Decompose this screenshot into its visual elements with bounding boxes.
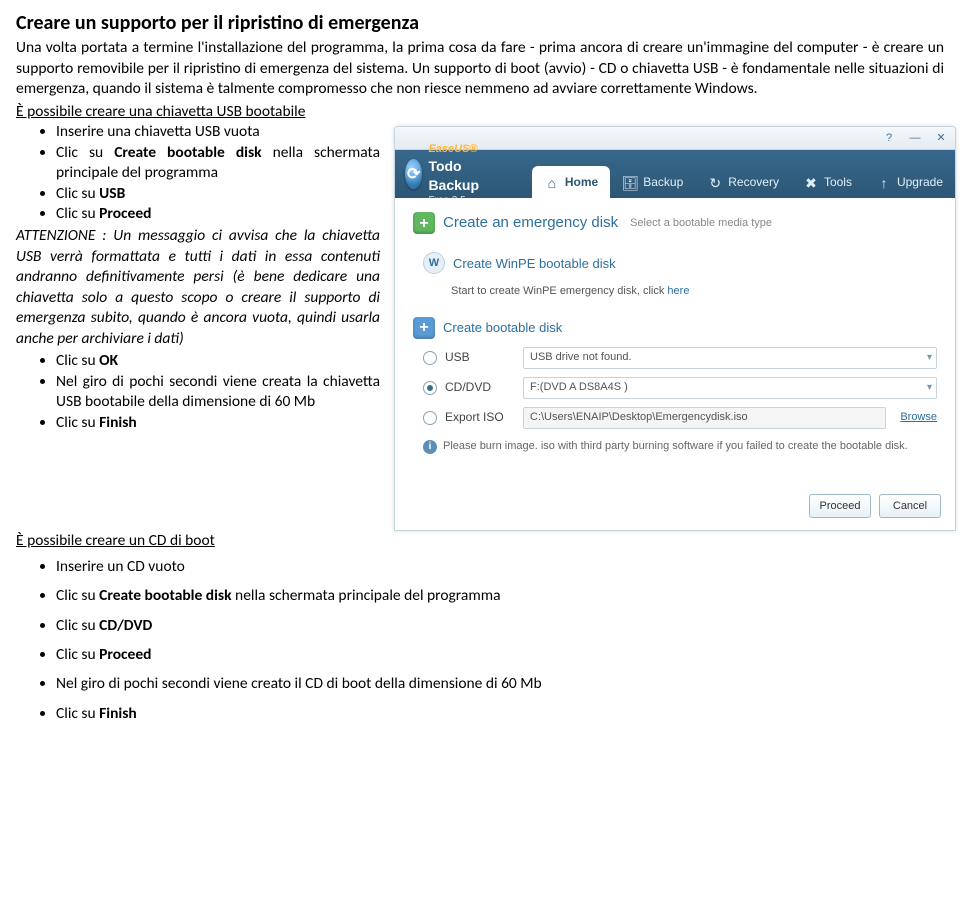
cd-step-2-bold: Create bootable disk	[99, 586, 231, 605]
upgrade-icon: ↑	[876, 175, 892, 191]
cd-step-4-bold: Proceed	[99, 645, 151, 664]
help-icon[interactable]: ?	[881, 130, 897, 146]
usb-step-1: Inserire una chiavetta USB vuota	[56, 122, 380, 142]
cd-step-2: Clic su Create bootable disk nella scher…	[56, 581, 944, 610]
tab-upgrade-label: Upgrade	[897, 175, 943, 191]
plus-icon-2: +	[413, 317, 435, 339]
usb-step-5-pre: Clic su	[56, 351, 99, 370]
cd-step-3-pre: Clic su	[56, 616, 99, 635]
close-icon[interactable]: ✕	[933, 130, 949, 146]
usb-step-7: Clic su Finish	[56, 413, 380, 433]
cd-step-2-post: nella schermata principale del programma	[232, 586, 501, 605]
app-header: ⟳ EaseUS® Todo Backup Free 3.5 ⌂ Home	[395, 150, 955, 198]
tools-icon: ✖	[803, 175, 819, 191]
cd-step-5: Nel giro di pochi secondi viene creato i…	[56, 669, 944, 698]
cancel-button[interactable]: Cancel	[879, 494, 941, 518]
usb-step-5: Clic su OK	[56, 351, 380, 371]
cd-step-6: Clic su Finish	[56, 699, 944, 728]
cd-step-3: Clic su CD/DVD	[56, 611, 944, 640]
usb-step-7-bold: Finish	[99, 413, 137, 432]
cd-step-1: Inserire un CD vuoto	[56, 552, 944, 581]
usb-warning: ATTENZIONE : Un messaggio ci avvisa che …	[16, 226, 380, 349]
recovery-icon: ↻	[707, 175, 723, 191]
cd-step-4-pre: Clic su	[56, 645, 99, 664]
usb-step-7-pre: Clic su	[56, 413, 99, 432]
label-iso: Export ISO	[445, 410, 515, 426]
create-bootable-title: Create bootable disk	[443, 319, 562, 336]
field-cddvd[interactable]: F:(DVD A DS8A4S ) ▾	[523, 377, 937, 399]
cd-step-6-pre: Clic su	[56, 704, 99, 723]
field-cddvd-value: F:(DVD A DS8A4S )	[530, 380, 628, 395]
tab-tools-label: Tools	[824, 175, 852, 191]
backup-icon: 🗄	[622, 175, 638, 191]
logo-area: ⟳ EaseUS® Todo Backup Free 3.5	[395, 150, 524, 198]
field-iso: C:\Users\ENAIP\Desktop\Emergencydisk.iso	[523, 407, 886, 429]
minimize-icon[interactable]: —	[907, 130, 923, 146]
app-content: + Create an emergency disk Select a boot…	[395, 198, 955, 486]
tab-home[interactable]: ⌂ Home	[532, 166, 610, 198]
content-hint: Select a bootable media type	[630, 216, 772, 231]
cd-step-6-bold: Finish	[99, 704, 137, 723]
tab-recovery[interactable]: ↻ Recovery	[695, 166, 791, 198]
tab-upgrade[interactable]: ↑ Upgrade	[864, 166, 955, 198]
usb-step-6: Nel giro di pochi secondi viene creata l…	[56, 372, 380, 413]
usb-step-3-pre: Clic su	[56, 184, 99, 203]
app-window: ? — ✕ ⟳ EaseUS® Todo Backup Free 3.5	[394, 126, 956, 531]
usb-step-3-bold: USB	[99, 184, 125, 203]
winpe-label: Create WinPE bootable disk	[453, 255, 616, 272]
field-iso-value: C:\Users\ENAIP\Desktop\Emergencydisk.iso	[530, 410, 748, 425]
label-usb: USB	[445, 350, 515, 366]
brand-name-1: EaseUS®	[428, 143, 477, 155]
chevron-down-icon[interactable]: ▾	[927, 381, 932, 394]
tab-tools[interactable]: ✖ Tools	[791, 166, 864, 198]
tab-recovery-label: Recovery	[728, 175, 779, 191]
winpe-icon: W	[423, 252, 445, 274]
usb-step-3: Clic su USB	[56, 184, 380, 204]
tab-backup[interactable]: 🗄 Backup	[610, 166, 695, 198]
doc-title: Creare un supporto per il ripristino di …	[16, 10, 944, 36]
cd-section-heading: È possibile creare un CD di boot	[16, 531, 944, 551]
usb-step-2-pre: Clic su	[56, 143, 114, 162]
content-title: Create an emergency disk	[443, 213, 618, 233]
info-icon: i	[423, 440, 437, 454]
note-text: Please burn image. iso with third party …	[443, 439, 908, 454]
cd-step-2-pre: Clic su	[56, 586, 99, 605]
label-cddvd: CD/DVD	[445, 380, 515, 396]
radio-usb[interactable]	[423, 351, 437, 365]
tab-home-label: Home	[565, 175, 598, 191]
start-text-part: Start to create WinPE emergency disk, cl…	[451, 285, 667, 297]
usb-step-5-bold: OK	[99, 351, 118, 370]
field-usb-value: USB drive not found.	[530, 350, 632, 365]
usb-step-2: Clic su Create bootable disk nella scher…	[56, 143, 380, 184]
usb-section-heading: È possibile creare una chiavetta USB boo…	[16, 102, 944, 122]
usb-step-4-bold: Proceed	[99, 204, 151, 223]
tab-backup-label: Backup	[643, 175, 683, 191]
brand-name-2: Todo Backup	[428, 158, 479, 193]
usb-step-2-bold: Create bootable disk	[114, 143, 261, 162]
cd-step-4: Clic su Proceed	[56, 640, 944, 669]
doc-paragraph-intro: Una volta portata a termine l'installazi…	[16, 38, 944, 99]
browse-link[interactable]: Browse	[900, 410, 937, 425]
plus-icon: +	[413, 212, 435, 234]
proceed-button[interactable]: Proceed	[809, 494, 871, 518]
app-footer: Proceed Cancel	[395, 486, 955, 530]
cd-step-3-bold: CD/DVD	[99, 616, 152, 635]
usb-step-4: Clic su Proceed	[56, 204, 380, 224]
here-link[interactable]: here	[667, 285, 689, 297]
radio-cddvd[interactable]	[423, 381, 437, 395]
chevron-down-icon[interactable]: ▾	[927, 351, 932, 364]
logo-icon: ⟳	[405, 159, 422, 189]
home-icon: ⌂	[544, 175, 560, 191]
usb-step-4-pre: Clic su	[56, 204, 99, 223]
nav-tabs: ⌂ Home 🗄 Backup ↻ Recovery ✖ Tools	[532, 150, 955, 198]
field-usb[interactable]: USB drive not found. ▾	[523, 347, 937, 369]
radio-iso[interactable]	[423, 411, 437, 425]
start-text: Start to create WinPE emergency disk, cl…	[451, 284, 937, 299]
winpe-option[interactable]: W Create WinPE bootable disk	[423, 252, 937, 274]
